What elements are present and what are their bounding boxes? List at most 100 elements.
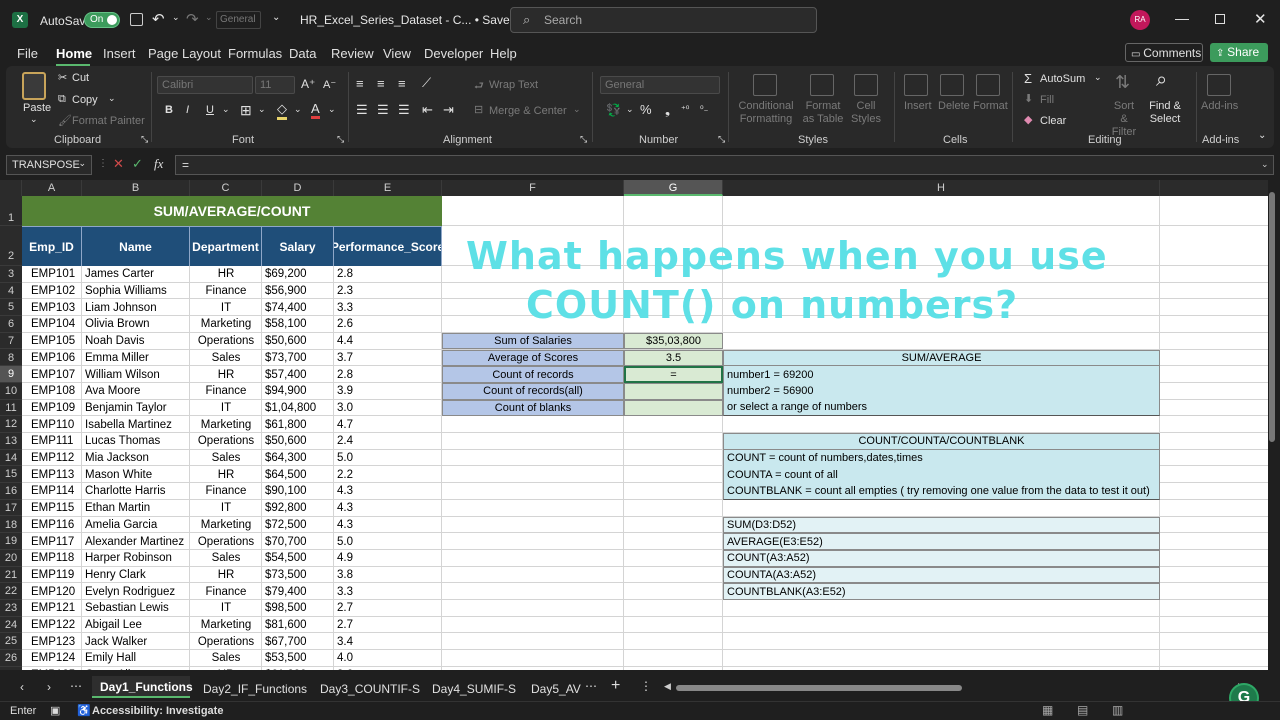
table-cell[interactable]: $74,400: [262, 299, 334, 316]
tab-options-icon[interactable]: ⋮: [640, 679, 652, 693]
fill-icon[interactable]: ⬇: [1024, 92, 1033, 105]
table-cell-partial[interactable]: $61,200: [262, 667, 334, 670]
table-cell[interactable]: $98,500: [262, 600, 334, 617]
active-cell[interactable]: =: [624, 366, 723, 383]
table-cell[interactable]: Evelyn Rodriguez: [82, 583, 190, 600]
copy-icon[interactable]: ⧉: [58, 93, 66, 106]
table-cell[interactable]: 4.3: [334, 483, 442, 500]
row-header[interactable]: 12: [0, 416, 22, 433]
table-cell[interactable]: 2.2: [334, 466, 442, 483]
summary-value[interactable]: $35,03,800: [624, 332, 723, 350]
name-box-dropdown-icon[interactable]: ⌄: [78, 158, 86, 169]
expand-formula-bar-icon[interactable]: ⌄: [1261, 159, 1269, 170]
row-header[interactable]: 19: [0, 533, 22, 550]
conditional-formatting-icon[interactable]: [753, 74, 777, 96]
table-cell[interactable]: Sophia Williams: [82, 283, 190, 300]
shrink-font-icon[interactable]: A⁻: [323, 78, 336, 91]
table-cell[interactable]: 2.8: [334, 266, 442, 283]
redo-dropdown-icon[interactable]: ⌄: [205, 12, 213, 23]
page-break-view-icon[interactable]: ▥: [1112, 703, 1123, 717]
table-cell[interactable]: $81,600: [262, 617, 334, 634]
number-launcher-icon[interactable]: ⤡: [718, 134, 725, 145]
table-cell[interactable]: IT: [190, 299, 262, 316]
table-cell[interactable]: Henry Clark: [82, 567, 190, 584]
table-cell[interactable]: IT: [190, 500, 262, 517]
menu-formulas[interactable]: Formulas: [228, 46, 282, 61]
table-cell[interactable]: 5.0: [334, 533, 442, 550]
table-cell[interactable]: Jack Walker: [82, 633, 190, 650]
table-cell[interactable]: $73,700: [262, 350, 334, 367]
row-header[interactable]: 1: [0, 196, 22, 226]
more-tabs-icon[interactable]: ⋯: [585, 679, 597, 693]
fill-color-icon[interactable]: ◇: [277, 101, 287, 120]
table-cell[interactable]: EMP119: [22, 567, 82, 584]
paste-label[interactable]: Paste: [23, 102, 51, 114]
table-cell[interactable]: Mia Jackson: [82, 450, 190, 467]
undo-dropdown-icon[interactable]: ⌄: [172, 12, 180, 23]
row-header[interactable]: 13: [0, 433, 22, 450]
wrap-text-label[interactable]: Wrap Text: [489, 79, 538, 91]
row-header[interactable]: 6: [0, 316, 22, 333]
table-cell[interactable]: $1,04,800: [262, 400, 334, 417]
table-cell[interactable]: Sales: [190, 650, 262, 667]
save-icon[interactable]: [130, 13, 143, 26]
menu-page-layout[interactable]: Page Layout: [148, 46, 221, 61]
format-as-table-icon[interactable]: [810, 74, 834, 96]
align-top-icon[interactable]: ≡: [356, 76, 364, 91]
cancel-entry-icon[interactable]: ✕: [113, 156, 124, 172]
cell-styles-icon[interactable]: [854, 74, 878, 96]
table-cell[interactable]: 5.0: [334, 450, 442, 467]
table-cell[interactable]: 2.4: [334, 433, 442, 450]
row-header[interactable]: 5: [0, 299, 22, 317]
table-cell[interactable]: Olivia Brown: [82, 316, 190, 333]
table-cell[interactable]: Emily Hall: [82, 650, 190, 667]
table-cell[interactable]: Operations: [190, 533, 262, 550]
table-cell-partial[interactable]: 3.6: [334, 667, 442, 670]
table-cell[interactable]: Marketing: [190, 416, 262, 433]
find-select-icon[interactable]: ⌕: [1156, 69, 1167, 92]
insert-cells-label[interactable]: Insert: [904, 100, 932, 112]
table-cell[interactable]: 3.4: [334, 633, 442, 650]
summary-value[interactable]: [624, 399, 723, 417]
table-cell[interactable]: Finance: [190, 383, 262, 400]
undo-icon[interactable]: ↶: [152, 10, 165, 28]
add-ins-label[interactable]: Add-ins: [1201, 100, 1238, 112]
table-cell[interactable]: $67,700: [262, 633, 334, 650]
delete-cells-label[interactable]: Delete: [938, 100, 970, 112]
table-cell[interactable]: $90,100: [262, 483, 334, 500]
orientation-icon[interactable]: ⟋: [422, 75, 431, 91]
grow-font-icon[interactable]: A⁺: [301, 77, 315, 91]
summary-value[interactable]: 3.5: [624, 349, 723, 367]
table-cell[interactable]: EMP110: [22, 416, 82, 433]
table-cell[interactable]: Isabella Martinez: [82, 416, 190, 433]
col-header-c[interactable]: C: [190, 180, 262, 196]
table-cell[interactable]: 2.6: [334, 316, 442, 333]
autosave-toggle[interactable]: On: [84, 12, 120, 28]
table-cell[interactable]: $50,600: [262, 333, 334, 350]
menu-data[interactable]: Data: [289, 46, 316, 61]
clear-label[interactable]: Clear: [1040, 115, 1066, 127]
confirm-entry-icon[interactable]: ✓: [132, 156, 143, 172]
name-box[interactable]: TRANSPOSE ⌄: [6, 155, 92, 175]
table-cell[interactable]: 2.3: [334, 283, 442, 300]
table-cell[interactable]: EMP123: [22, 633, 82, 650]
number-format-quick[interactable]: General: [216, 11, 261, 29]
table-cell[interactable]: $56,900: [262, 283, 334, 300]
table-cell[interactable]: $54,500: [262, 550, 334, 567]
table-cell[interactable]: Sales: [190, 450, 262, 467]
merge-center-icon[interactable]: ⊟: [474, 103, 483, 116]
decrease-indent-icon[interactable]: ⇤: [422, 102, 433, 118]
table-cell[interactable]: Ava Moore: [82, 383, 190, 400]
scroll-left-icon[interactable]: ◀: [664, 681, 671, 692]
table-cell[interactable]: Amelia Garcia: [82, 517, 190, 534]
insert-cells-icon[interactable]: [904, 74, 928, 96]
table-cell[interactable]: EMP117: [22, 533, 82, 550]
row-header[interactable]: 11: [0, 400, 22, 417]
wrap-text-icon[interactable]: ⮐: [474, 77, 484, 96]
insert-function-icon[interactable]: fx: [154, 156, 163, 172]
table-cell[interactable]: $69,200: [262, 266, 334, 283]
table-cell[interactable]: EMP112: [22, 450, 82, 467]
camera-icon[interactable]: ▣: [50, 704, 60, 717]
table-cell[interactable]: EMP118: [22, 550, 82, 567]
collapse-ribbon-icon[interactable]: ⌄: [1258, 130, 1266, 141]
